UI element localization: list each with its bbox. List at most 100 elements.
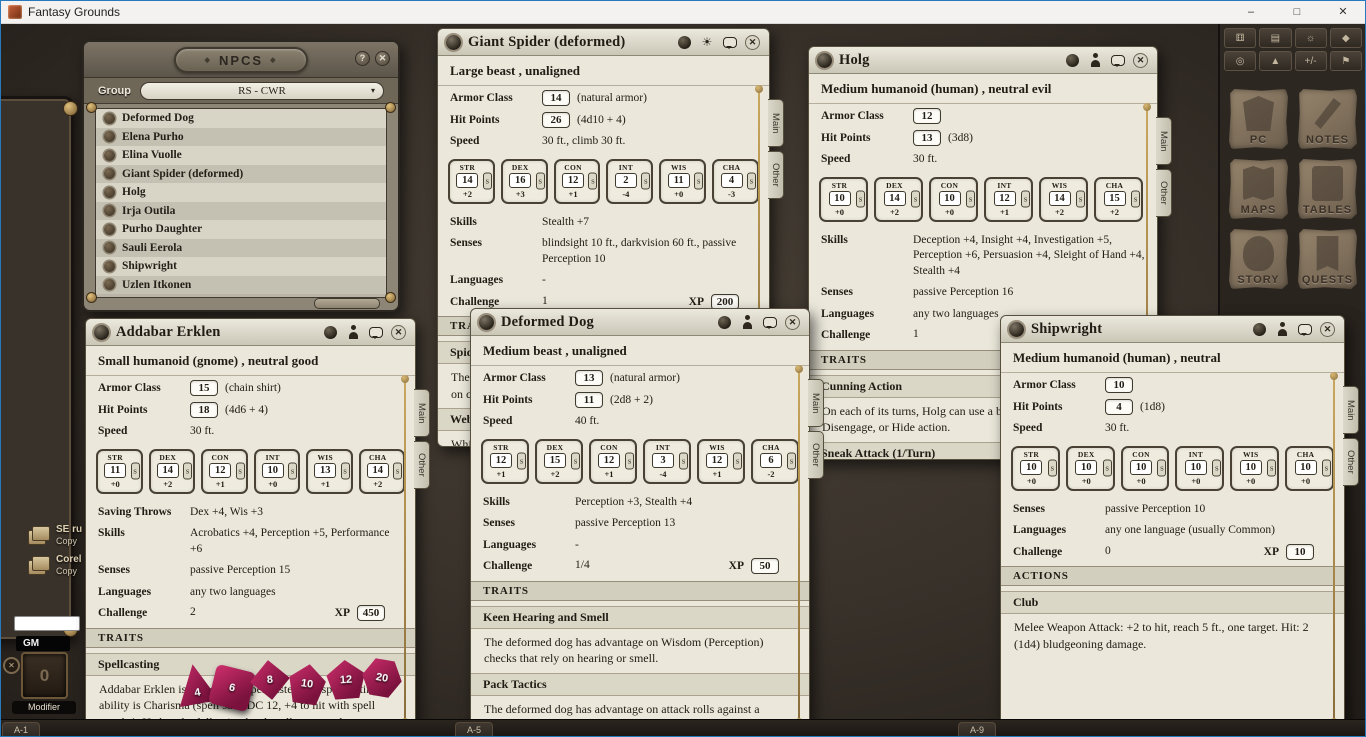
bottom-tab[interactable]: A-9 xyxy=(958,722,996,737)
ability-score[interactable]: 13 xyxy=(314,463,336,478)
ability-score[interactable]: 12 xyxy=(209,463,231,478)
ability-save-roll-icon[interactable]: S xyxy=(1212,460,1221,477)
chat-share-icon[interactable] xyxy=(762,317,778,328)
xp-value[interactable]: 10 xyxy=(1286,544,1314,560)
npc-window-footer-tab[interactable] xyxy=(314,298,380,309)
sidebar-tool-button[interactable]: ⚑ xyxy=(1330,51,1362,71)
chat-share-icon[interactable] xyxy=(1110,55,1126,66)
ability-box[interactable]: CHA 15 +2 S xyxy=(1094,177,1143,222)
group-select[interactable]: RS - CWR ▾ xyxy=(140,82,384,100)
ability-save-roll-icon[interactable]: S xyxy=(641,173,650,190)
ability-save-roll-icon[interactable]: S xyxy=(1157,460,1166,477)
window-knob-icon[interactable] xyxy=(817,53,832,68)
ability-box[interactable]: STR 10 +0 S xyxy=(1011,446,1060,491)
ability-score[interactable]: 12 xyxy=(562,173,584,188)
chat-input[interactable] xyxy=(14,616,80,631)
ability-box[interactable]: CHA 10 +0 S xyxy=(1285,446,1334,491)
sidebar-tool-button[interactable]: ☼ xyxy=(1295,28,1327,48)
ability-score[interactable]: 10 xyxy=(939,191,961,206)
hit-points-value[interactable]: 18 xyxy=(190,402,218,418)
ability-box[interactable]: CON 10 +0 S xyxy=(1121,446,1170,491)
npc-list-item[interactable]: Uzlen Itkonen xyxy=(96,276,386,295)
ability-save-roll-icon[interactable]: S xyxy=(393,463,402,480)
chat-share-icon[interactable] xyxy=(1297,324,1313,335)
ability-box[interactable]: DEX 15 +2 S xyxy=(535,439,583,484)
ability-score[interactable]: 10 xyxy=(1295,460,1317,475)
lock-icon[interactable] xyxy=(716,316,732,329)
sidebar-tool-button[interactable]: ◎ xyxy=(1224,51,1256,71)
ability-box[interactable]: CON 12 +1 S xyxy=(554,159,601,204)
hit-points-value[interactable]: 11 xyxy=(575,392,603,408)
ability-save-roll-icon[interactable]: S xyxy=(1103,460,1112,477)
ability-save-roll-icon[interactable]: S xyxy=(787,453,796,470)
close-icon[interactable]: ✕ xyxy=(745,35,760,50)
maximize-button[interactable]: □ xyxy=(1274,0,1320,24)
minimize-button[interactable]: – xyxy=(1228,0,1274,24)
tab-other[interactable]: Other xyxy=(1343,438,1359,486)
tab-main[interactable]: Main xyxy=(1156,117,1172,165)
ability-box[interactable]: WIS 11 +0 S xyxy=(659,159,706,204)
ability-box[interactable]: WIS 13 +1 S xyxy=(306,449,353,494)
ability-score[interactable]: 10 xyxy=(1185,460,1207,475)
npc-list-item[interactable]: Irja Outila xyxy=(96,202,386,221)
tab-other[interactable]: Other xyxy=(768,151,784,199)
ability-box[interactable]: STR 14 +2 S xyxy=(448,159,495,204)
lock-icon[interactable] xyxy=(1064,54,1080,67)
window-knob-icon[interactable] xyxy=(1009,322,1024,337)
ability-box[interactable]: DEX 14 +2 S xyxy=(874,177,923,222)
ability-score[interactable]: 10 xyxy=(829,191,851,206)
ability-score[interactable]: 10 xyxy=(1240,460,1262,475)
xp-value[interactable]: 50 xyxy=(751,558,779,574)
ability-score[interactable]: 2 xyxy=(615,173,637,188)
lock-icon[interactable] xyxy=(676,36,692,49)
lock-icon[interactable] xyxy=(322,326,338,339)
sidebar-tool-button[interactable]: +/- xyxy=(1295,51,1327,71)
close-icon[interactable]: ✕ xyxy=(375,51,390,66)
ability-box[interactable]: INT 3 -4 S xyxy=(643,439,691,484)
npc-list-item[interactable]: Holg xyxy=(96,183,386,202)
ability-box[interactable]: WIS 12 +1 S xyxy=(697,439,745,484)
tab-main[interactable]: Main xyxy=(768,99,784,147)
hit-points-value[interactable]: 13 xyxy=(913,130,941,146)
sidebar-stamp-button[interactable]: NOTES xyxy=(1298,89,1357,149)
token-icon[interactable] xyxy=(739,315,755,329)
ability-save-roll-icon[interactable]: S xyxy=(483,173,492,190)
npc-list-item[interactable]: Elina Vuolle xyxy=(96,146,386,165)
chat-share-icon[interactable] xyxy=(722,37,738,48)
sidebar-stamp-button[interactable]: STORY xyxy=(1229,229,1288,289)
ability-save-roll-icon[interactable]: S xyxy=(1131,191,1140,208)
shortcut-item[interactable]: Corel Copy xyxy=(28,554,82,577)
ability-box[interactable]: WIS 14 +2 S xyxy=(1039,177,1088,222)
ability-save-roll-icon[interactable]: S xyxy=(571,453,580,470)
ability-box[interactable]: DEX 14 +2 S xyxy=(149,449,196,494)
ability-box[interactable]: DEX 16 +3 S xyxy=(501,159,548,204)
ability-score[interactable]: 12 xyxy=(490,453,512,468)
close-icon[interactable]: ✕ xyxy=(1133,53,1148,68)
ability-save-roll-icon[interactable]: S xyxy=(625,453,634,470)
npc-list-item[interactable]: Deformed Dog xyxy=(96,109,386,128)
ability-score[interactable]: 14 xyxy=(157,463,179,478)
hit-points-value[interactable]: 4 xyxy=(1105,399,1133,415)
ability-save-roll-icon[interactable]: S xyxy=(288,463,297,480)
sidebar-tool-button[interactable]: ◆ xyxy=(1330,28,1362,48)
close-window-button[interactable]: ✕ xyxy=(1320,0,1366,24)
ability-box[interactable]: STR 12 +1 S xyxy=(481,439,529,484)
ability-score[interactable]: 14 xyxy=(884,191,906,206)
statblock-titlebar[interactable]: Giant Spider (deformed) ☀ ✕ xyxy=(438,29,769,56)
npc-list-item[interactable]: Shipwright xyxy=(96,257,386,276)
tab-other[interactable]: Other xyxy=(414,441,430,489)
ability-score[interactable]: 10 xyxy=(1130,460,1152,475)
ability-box[interactable]: CON 12 +1 S xyxy=(201,449,248,494)
tab-other[interactable]: Other xyxy=(808,431,824,479)
radial-menu-button[interactable]: ✕ xyxy=(3,657,20,674)
npc-window-header[interactable]: ◆ NPCS ◆ ? ✕ xyxy=(84,42,398,78)
ability-save-roll-icon[interactable]: S xyxy=(536,173,545,190)
ability-score[interactable]: 15 xyxy=(544,453,566,468)
ability-box[interactable]: CON 12 +1 S xyxy=(589,439,637,484)
ability-save-roll-icon[interactable]: S xyxy=(694,173,703,190)
ability-score[interactable]: 14 xyxy=(1049,191,1071,206)
ability-box[interactable]: WIS 10 +0 S xyxy=(1230,446,1279,491)
ability-box[interactable]: STR 11 +0 S xyxy=(96,449,143,494)
help-icon[interactable]: ? xyxy=(355,51,370,66)
xp-value[interactable]: 450 xyxy=(357,605,385,621)
